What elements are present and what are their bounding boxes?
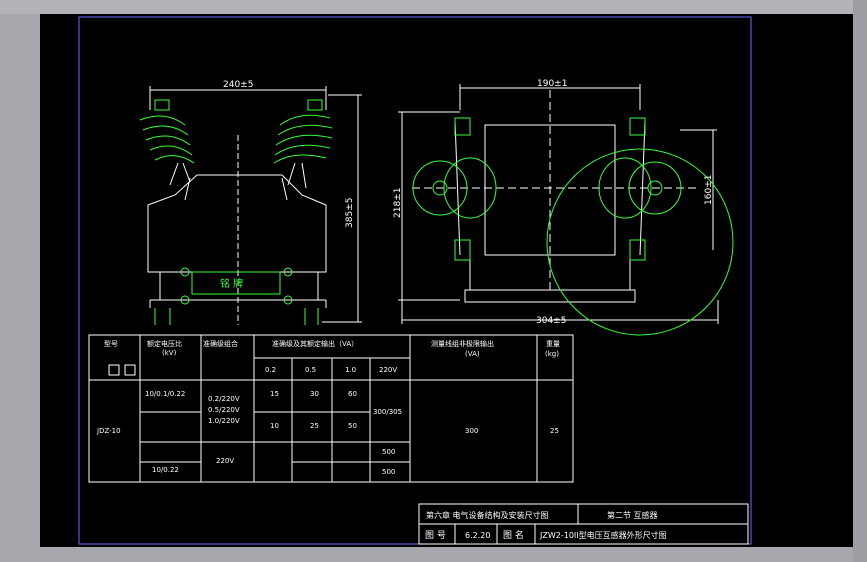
header-weight: 重量: [546, 340, 560, 348]
right-view: [398, 84, 719, 324]
title-fig-label: 图 号: [425, 530, 446, 541]
title-fig-no: 6.2.20: [465, 531, 490, 540]
combo-3: 220V: [216, 457, 234, 465]
merged-value: 300/305: [373, 408, 402, 416]
cad-viewer: 240±5 385±5 铭 牌 190±1 304±5 218±1 160±1 …: [0, 0, 867, 562]
row1-0: 15: [270, 390, 279, 398]
header-limit-unit: (VA): [465, 350, 480, 358]
dim-width-label: 240±5: [223, 80, 253, 90]
header-weight-unit: (kg): [545, 350, 559, 358]
ratio-0: 10/0.1/0.22: [145, 390, 185, 398]
header-ratio-unit: (kV): [162, 349, 177, 357]
limit-value: 300: [465, 427, 478, 435]
class-2: 1.0: [345, 366, 356, 374]
class-3: 220V: [379, 366, 397, 374]
row2-0: 10: [270, 422, 279, 430]
row2-2: 50: [348, 422, 357, 430]
header-limit-output: 测量线组非极限输出: [431, 339, 494, 348]
model-name: JDZ-10: [96, 427, 121, 435]
combo-1: 0.5/220V: [208, 406, 240, 414]
row1-1: 30: [310, 390, 319, 398]
class-1: 0.5: [305, 366, 316, 374]
header-ratio: 额定电压比: [147, 339, 182, 348]
nameplate-label: 铭 牌: [220, 277, 243, 290]
drawing-frame: [78, 16, 752, 545]
combo-2: 1.0/220V: [208, 417, 240, 425]
combo-0: 0.2/220V: [208, 395, 240, 403]
dim-height-label: 385±5: [345, 198, 355, 228]
row2-1: 25: [310, 422, 319, 430]
spec-table-text: 型号 额定电压比 (kV) 准确级组合 准确级及其额定输出（VA） 测量线组非极…: [96, 339, 560, 476]
dim-left-label: 218±1: [393, 188, 403, 218]
header-model: 型号: [104, 339, 118, 348]
row4-value: 500: [382, 468, 395, 476]
header-accuracy-output: 准确级及其额定输出（VA）: [272, 339, 358, 348]
title-chapter: 第六章 电气设备结构及安装尺寸图: [426, 510, 549, 520]
weight-value: 25: [550, 427, 559, 435]
cad-drawing: 240±5 385±5 铭 牌 190±1 304±5 218±1 160±1 …: [78, 16, 752, 545]
row1-2: 60: [348, 390, 357, 398]
class-0: 0.2: [265, 366, 276, 374]
spec-table: [88, 334, 574, 483]
ratio-1: 10/0.22: [152, 466, 179, 474]
dim-right-label: 160±1: [704, 175, 714, 205]
left-insulators: [139, 99, 333, 325]
title-name-label: 图 名: [503, 529, 524, 541]
dim-bottom-label: 304±5: [536, 316, 566, 326]
title-section: 第二节 互感器: [607, 510, 658, 520]
header-accuracy-combo: 准确级组合: [203, 339, 238, 348]
dim-top-label: 190±1: [537, 79, 567, 89]
row3-value: 500: [382, 448, 395, 456]
title-drawing-name: JZW2-10II型电压互感器外形尺寸图: [539, 530, 667, 540]
